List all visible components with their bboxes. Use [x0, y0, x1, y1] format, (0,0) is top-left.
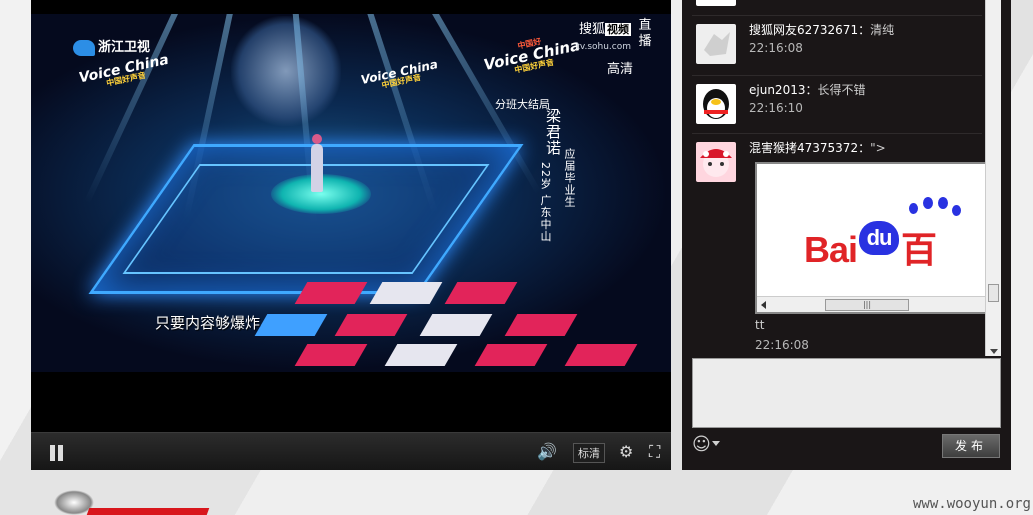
- chat-message-text: 清纯: [870, 23, 895, 37]
- chat-message-header: ejun2013：长得不错: [749, 81, 866, 98]
- round-label: 分班大结局: [495, 98, 550, 111]
- channel-logo: 浙江卫视: [73, 36, 150, 56]
- cartoon-avatar-icon: [700, 149, 732, 177]
- scrollbar-thumb[interactable]: |||: [825, 299, 909, 311]
- contestant-info-age-hometown: 22岁 广东中山: [539, 162, 552, 243]
- chat-username[interactable]: 混害猴拷47375372: [749, 141, 858, 155]
- stage-stripe: [369, 282, 443, 304]
- show-logo-secondary: Voice China 中国好声音: [360, 57, 441, 94]
- baidu-paw-toe: [938, 197, 948, 209]
- show-logo: Voice China 中国好声音: [78, 52, 172, 94]
- default-avatar-icon: [704, 32, 730, 56]
- chat-input[interactable]: [692, 358, 1001, 428]
- baidu-logo: Bai du 百: [804, 221, 937, 273]
- qq-penguin-icon: [703, 89, 729, 119]
- scroll-down-arrow-icon[interactable]: [990, 349, 998, 354]
- chat-message-list[interactable]: 搜狐网友62732671：清纯 22:16:08 ejun2013：长得不错 2…: [688, 0, 985, 356]
- channel-logo-mark: [73, 39, 95, 56]
- chat-message: [692, 0, 982, 16]
- site-watermark: www.wooyun.org: [912, 496, 1031, 512]
- chat-message-header: 混害猴拷47375372：">: [749, 139, 886, 156]
- stage-hand-prop: [231, 16, 341, 126]
- stage-stripe: [384, 344, 458, 366]
- singer-figure: [311, 134, 323, 192]
- stage-stripe: [504, 314, 578, 336]
- baidu-paw-toe: [952, 205, 961, 216]
- chat-separator: ：: [858, 23, 871, 37]
- live-label: 直播: [638, 18, 652, 49]
- volume-icon[interactable]: 🔊: [537, 442, 557, 461]
- channel-logo-text: 浙江卫视: [98, 40, 151, 55]
- baidu-page-preview: Bai du 百: [804, 169, 985, 297]
- footer-red-bar: [86, 508, 210, 515]
- chat-separator: ：: [805, 83, 818, 97]
- baidu-paw-toe: [909, 203, 918, 214]
- chat-timestamp: 22:16:08: [755, 338, 809, 352]
- stage-stripe: [294, 344, 368, 366]
- contestant-info-occupation: 应届毕业生: [563, 148, 576, 208]
- avatar: [696, 142, 736, 182]
- sohu-url: tv.sohu.com: [576, 41, 631, 52]
- video-subtitle: 只要内容够爆炸: [155, 314, 261, 332]
- chevron-down-icon[interactable]: [712, 441, 720, 446]
- stage-stripe: [254, 314, 328, 336]
- show-logo-corner: 中国好 Voice China 中国好声音: [481, 30, 583, 81]
- injected-iframe[interactable]: Bai du 百 |||: [755, 162, 985, 314]
- chat-message-text-after: tt: [755, 318, 765, 332]
- chat-panel: 搜狐网友62732671：清纯 22:16:08 ejun2013：长得不错 2…: [682, 0, 1011, 470]
- smiley-icon[interactable]: ☺: [692, 434, 711, 455]
- iframe-horizontal-scrollbar[interactable]: |||: [757, 296, 985, 312]
- hd-label: 高清: [606, 62, 633, 77]
- chat-separator: ：: [858, 141, 871, 155]
- baidu-paw-toe: [923, 197, 933, 209]
- pause-icon[interactable]: [49, 445, 65, 461]
- baidu-logo-paw: du: [859, 221, 900, 255]
- avatar: [696, 0, 736, 6]
- sohu-brand: 搜狐: [578, 22, 605, 37]
- chat-username[interactable]: ejun2013: [749, 83, 805, 97]
- show-footer-logo: [48, 490, 210, 515]
- gear-icon[interactable]: ⚙: [619, 442, 633, 461]
- chat-message: ejun2013：长得不错 22:16:10: [692, 76, 982, 134]
- chat-timestamp: 22:16:08: [749, 41, 803, 55]
- stage-stripe: [294, 282, 368, 304]
- baidu-logo-text: Bai: [804, 229, 858, 270]
- player-controls: 🔊 标清 ⚙ ⛶: [31, 432, 671, 470]
- chat-message: 搜狐网友62732671：清纯 22:16:08: [692, 16, 982, 76]
- stage-stripe: [564, 344, 638, 366]
- stage-stripe: [474, 344, 548, 366]
- send-button[interactable]: 发布: [942, 434, 1000, 458]
- quality-selector[interactable]: 标清: [573, 443, 605, 463]
- scroll-left-arrow-icon[interactable]: [761, 301, 766, 309]
- chat-timestamp: 22:16:10: [749, 101, 803, 115]
- chat-message-header: 搜狐网友62732671：清纯: [749, 21, 894, 38]
- baidu-logo-tail: 百: [901, 229, 937, 270]
- chat-username[interactable]: 搜狐网友62732671: [749, 23, 858, 37]
- chat-message-text: 长得不错: [817, 83, 866, 97]
- chat-scrollbar[interactable]: [985, 0, 1001, 356]
- stage-stripe: [419, 314, 493, 336]
- stage-stripe: [334, 314, 408, 336]
- video-player[interactable]: 浙江卫视 Voice China 中国好声音 Voice China 中国好声音…: [31, 0, 671, 470]
- chat-message-text: ">: [870, 141, 886, 155]
- fullscreen-icon[interactable]: ⛶: [649, 442, 660, 462]
- avatar: [696, 84, 736, 124]
- sohu-watermark: 搜狐 视频 tv.sohu.com: [576, 22, 631, 53]
- scrollbar-thumb[interactable]: [988, 284, 999, 302]
- video-frame[interactable]: 浙江卫视 Voice China 中国好声音 Voice China 中国好声音…: [31, 14, 671, 372]
- avatar: [696, 24, 736, 64]
- stage-stripe: [444, 282, 518, 304]
- sohu-brand-box: 视频: [605, 23, 631, 36]
